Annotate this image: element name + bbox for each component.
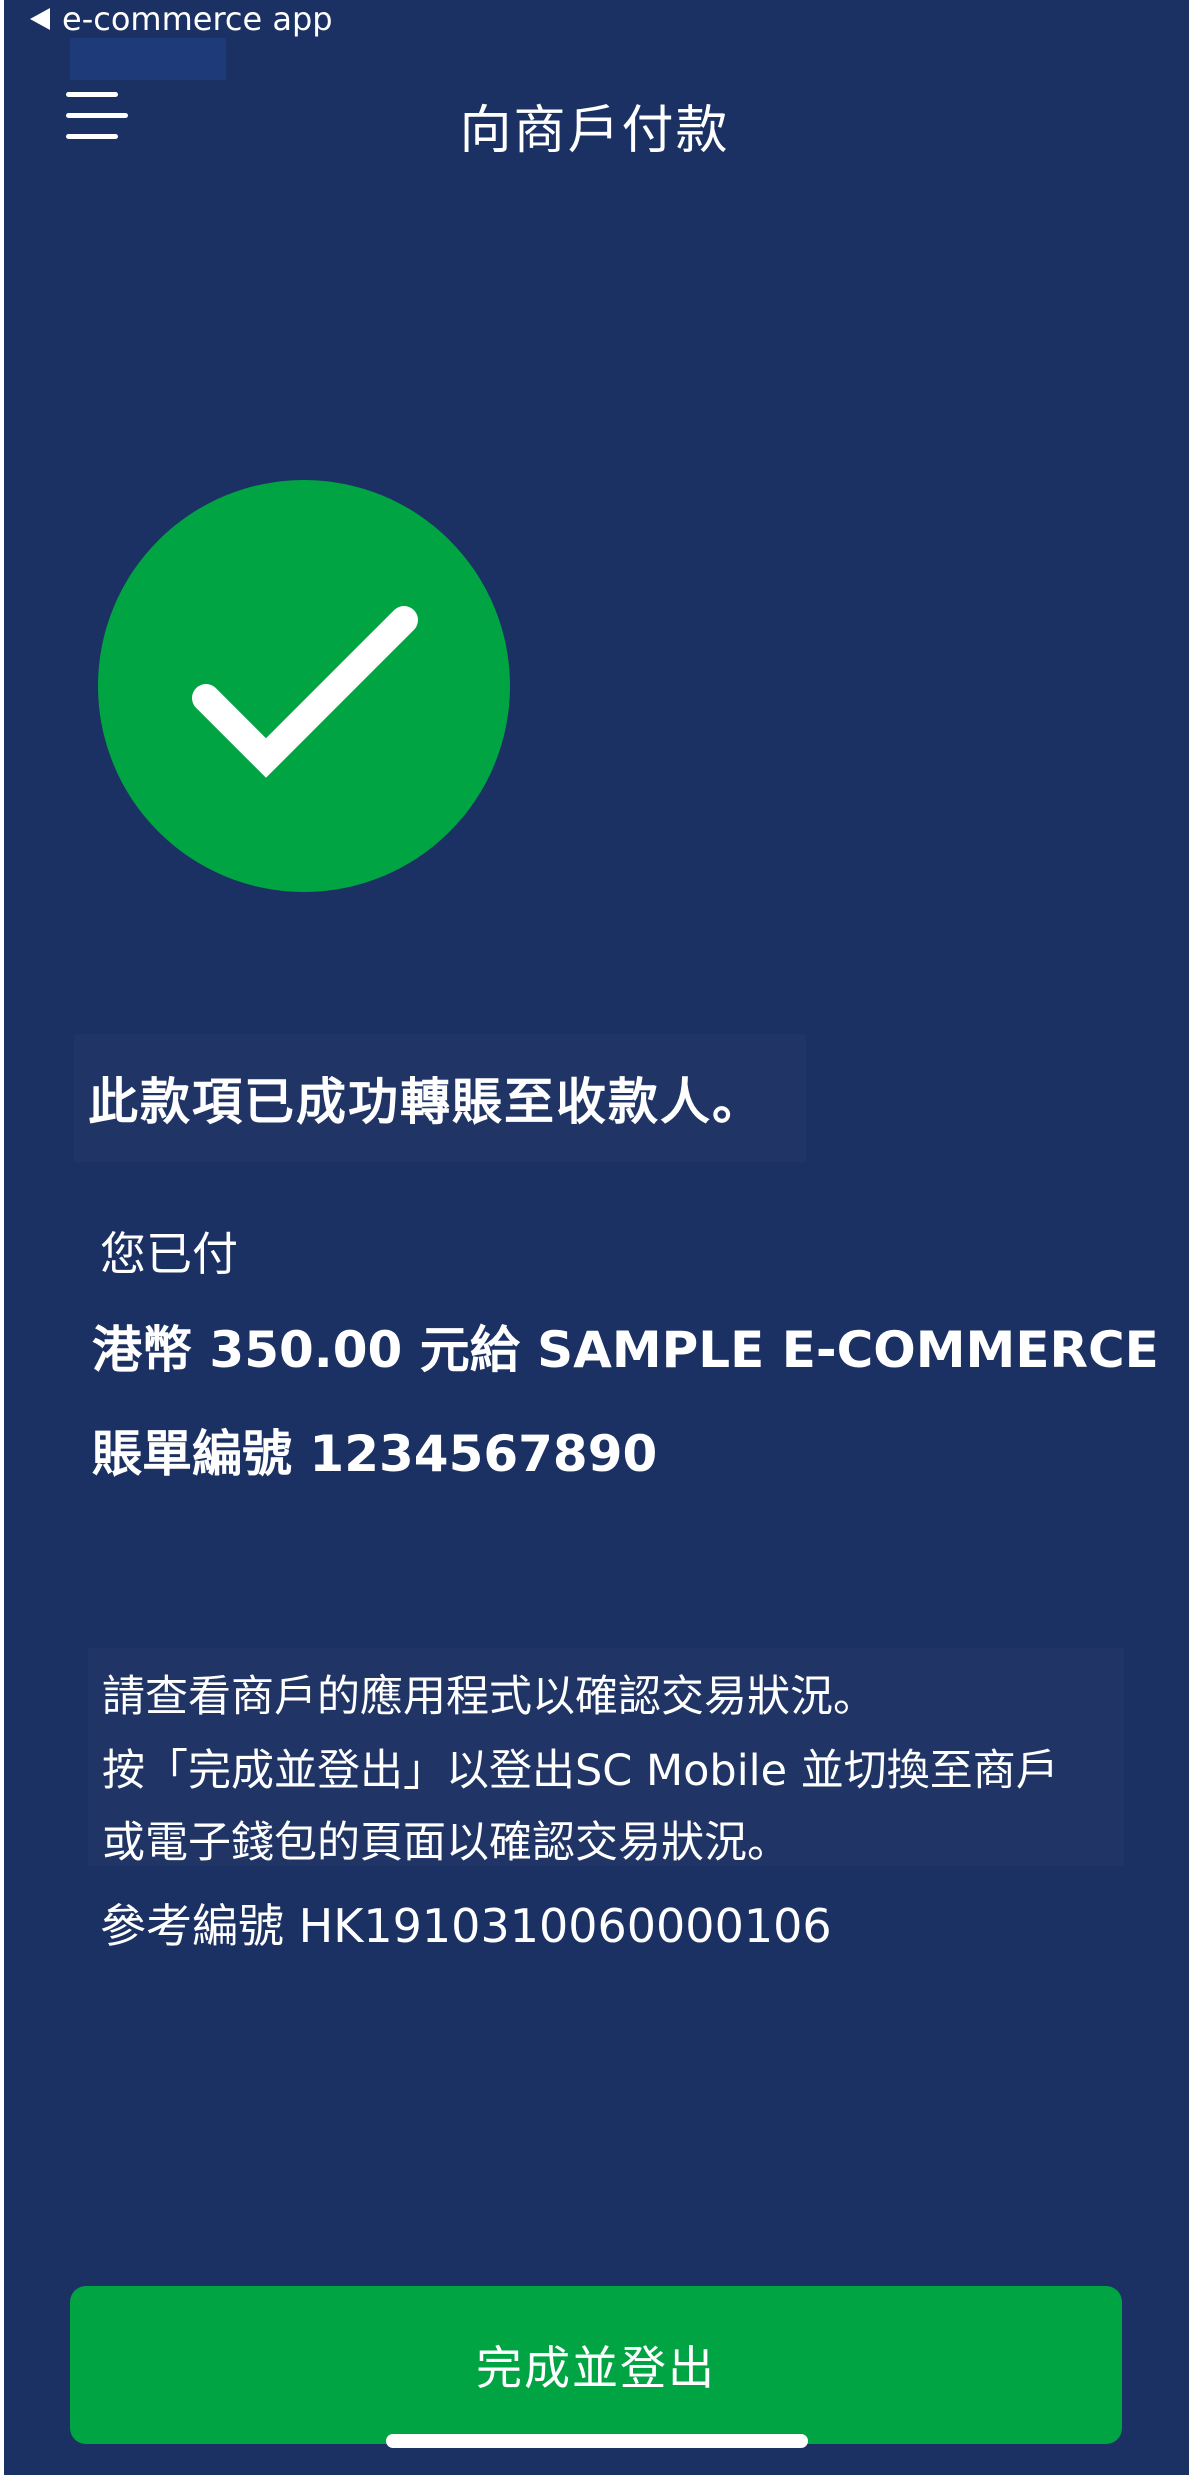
status-bar-chip bbox=[70, 38, 226, 80]
info-line: 或電子錢包的頁面以確認交易狀況。 bbox=[102, 1818, 790, 1868]
done-logout-button[interactable]: 完成並登出 bbox=[70, 2286, 1122, 2444]
amount-recipient: 港幣 350.00 元給 SAMPLE E-COMMERCE bbox=[92, 1321, 1159, 1379]
reference-number: 參考編號 HK1910310060000106 bbox=[100, 1899, 832, 1953]
left-edge-strip bbox=[0, 0, 4, 2475]
bill-number: 賬單編號 1234567890 bbox=[92, 1425, 658, 1483]
checkmark-icon bbox=[192, 606, 418, 778]
back-app-label: e-commerce app bbox=[62, 0, 333, 38]
paid-label: 您已付 bbox=[100, 1227, 238, 1281]
payment-success-screen: e-commerce app 向商戶付款 此款項已成功轉賬至收款人。 您已付 港… bbox=[0, 0, 1189, 2475]
info-line: 按「完成並登出」以登出SC Mobile 並切換至商戶 bbox=[102, 1746, 1059, 1796]
page-title: 向商戶付款 bbox=[459, 101, 730, 161]
back-triangle-icon bbox=[30, 8, 50, 30]
home-indicator[interactable] bbox=[386, 2434, 808, 2448]
info-line: 請查看商戶的應用程式以確認交易狀況。 bbox=[102, 1672, 876, 1722]
success-badge bbox=[98, 480, 510, 892]
success-message: 此款項已成功轉賬至收款人。 bbox=[88, 1073, 764, 1131]
done-logout-button-label: 完成並登出 bbox=[476, 2341, 716, 2395]
back-to-app-link[interactable]: e-commerce app bbox=[30, 0, 333, 38]
